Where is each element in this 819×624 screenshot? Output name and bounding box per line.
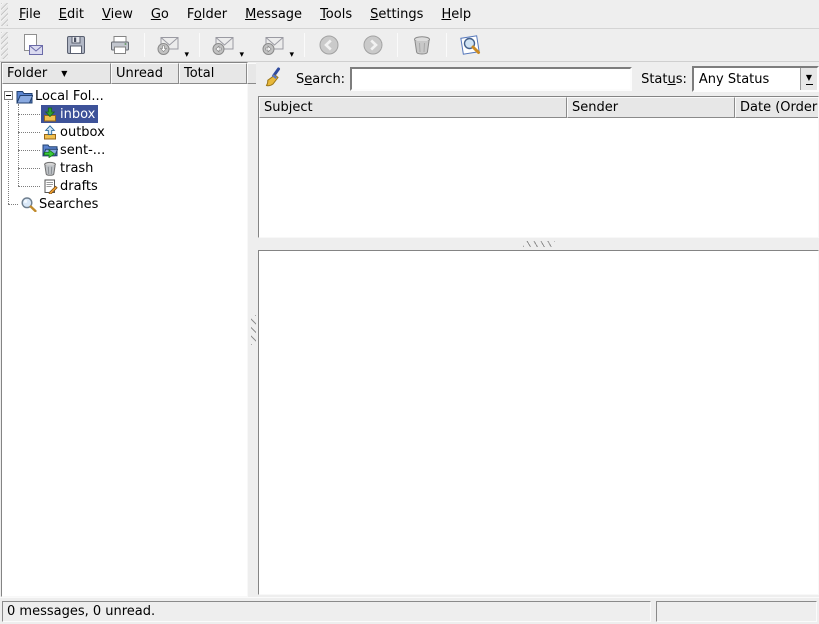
trash-folder-icon — [42, 161, 58, 176]
column-header-folder[interactable]: Folder ▼ — [2, 63, 111, 84]
toolbar-separator — [304, 33, 305, 57]
menu-help[interactable]: Help — [432, 4, 480, 25]
inbox-icon — [42, 107, 58, 122]
folder-panel: Folder ▼ Unread Total — [1, 62, 248, 597]
column-header-date[interactable]: Date (Order of Arrival) — [735, 97, 818, 118]
outbox-icon — [42, 125, 58, 140]
menubar: File Edit View Go Folder Message Tools S… — [0, 0, 819, 29]
broom-icon — [263, 67, 287, 91]
column-header-total[interactable]: Total — [179, 63, 247, 84]
save-icon — [64, 33, 88, 57]
sent-mail-icon — [42, 143, 58, 158]
chevron-down-icon: ▾ — [239, 51, 244, 60]
folder-label: Searches — [39, 197, 98, 212]
save-button[interactable] — [59, 30, 93, 60]
find-messages-button[interactable] — [454, 30, 488, 60]
folder-label: inbox — [60, 107, 95, 122]
search-label: Search: — [296, 72, 345, 87]
statusbar-message-count: 0 messages, 0 unread. — [2, 601, 651, 622]
menu-edit[interactable]: Edit — [50, 4, 93, 25]
message-panel: Search: Status: Any Status ▼ Subject Sen… — [258, 62, 819, 597]
column-header-unread[interactable]: Unread — [111, 63, 179, 84]
new-message-icon — [20, 33, 44, 57]
check-mail-button[interactable]: ▾ — [152, 30, 192, 60]
check-mail-icon — [156, 33, 180, 57]
chevron-down-icon: ▾ — [289, 51, 294, 60]
toolbar-separator — [199, 33, 200, 57]
reply-icon — [211, 33, 235, 57]
statusbar: 0 messages, 0 unread. — [0, 597, 819, 624]
open-folder-icon — [16, 89, 33, 104]
folder-item-trash[interactable]: trash — [2, 159, 247, 177]
chevron-down-icon: ▼ — [806, 74, 812, 82]
forward-icon — [261, 33, 285, 57]
forward-button[interactable]: ▾ — [257, 30, 297, 60]
search-input[interactable] — [350, 67, 632, 91]
status-dropdown[interactable]: Any Status ▼ — [692, 66, 819, 92]
toolbar-separator — [397, 33, 398, 57]
column-header-sender[interactable]: Sender — [567, 97, 735, 118]
main-area: Folder ▼ Unread Total — [0, 62, 819, 597]
folder-item-outbox[interactable]: outbox — [2, 123, 247, 141]
menu-folder[interactable]: Folder — [178, 4, 236, 25]
arrow-left-circle-icon — [317, 33, 341, 57]
toolbar: ▾ ▾ ▾ — [0, 29, 819, 62]
toolbar-separator — [446, 33, 447, 57]
folder-label: Local Fol... — [35, 89, 104, 104]
message-list: Subject Sender Date (Order of Arrival) — [258, 96, 819, 238]
next-message-button[interactable] — [356, 30, 390, 60]
search-folder-icon — [20, 196, 37, 212]
print-button[interactable] — [103, 30, 137, 60]
trash-icon — [410, 33, 434, 57]
message-list-body[interactable] — [259, 118, 818, 237]
clear-search-button[interactable] — [262, 66, 288, 92]
vertical-splitter[interactable] — [248, 62, 258, 597]
folder-label: sent-... — [60, 143, 105, 158]
menu-view[interactable]: View — [93, 4, 142, 25]
quick-search-bar: Search: Status: Any Status ▼ — [258, 62, 819, 96]
folder-item-local-folders[interactable]: Local Fol... — [2, 87, 247, 105]
splitter-grip — [523, 241, 555, 247]
folder-list-header: Folder ▼ Unread Total — [2, 63, 247, 84]
message-preview-pane — [258, 250, 819, 595]
splitter-grip — [251, 315, 256, 345]
folder-tree: Local Fol... inbox — [2, 84, 247, 596]
menu-go[interactable]: Go — [142, 4, 178, 25]
menu-tools[interactable]: Tools — [311, 4, 361, 25]
menu-message[interactable]: Message — [236, 4, 311, 25]
folder-label: trash — [60, 161, 93, 176]
trash-button[interactable] — [405, 30, 439, 60]
status-dropdown-arrow-button[interactable]: ▼ — [800, 68, 817, 90]
folder-item-sent-mail[interactable]: sent-... — [2, 141, 247, 159]
folder-item-inbox[interactable]: inbox — [2, 105, 247, 123]
folder-label: outbox — [60, 125, 105, 140]
folder-item-searches[interactable]: Searches — [2, 195, 247, 213]
menubar-grab-handle[interactable] — [1, 3, 8, 26]
menu-file[interactable]: File — [10, 4, 50, 25]
drafts-icon — [42, 179, 58, 194]
previous-message-button[interactable] — [312, 30, 346, 60]
toolbar-grab-handle[interactable] — [1, 32, 8, 59]
statusbar-secondary-panel — [656, 601, 817, 622]
arrow-right-circle-icon — [361, 33, 385, 57]
folder-label: drafts — [60, 179, 98, 194]
menu-settings[interactable]: Settings — [361, 4, 432, 25]
new-message-button[interactable] — [15, 30, 49, 60]
folder-item-drafts[interactable]: drafts — [2, 177, 247, 195]
chevron-down-icon: ▾ — [184, 51, 189, 60]
toolbar-separator — [144, 33, 145, 57]
column-header-subject[interactable]: Subject — [259, 97, 567, 118]
horizontal-splitter[interactable] — [258, 238, 819, 250]
kmail-window: File Edit View Go Folder Message Tools S… — [0, 0, 819, 624]
find-messages-icon — [458, 32, 484, 58]
message-list-header: Subject Sender Date (Order of Arrival) — [259, 97, 818, 118]
status-dropdown-value: Any Status — [694, 68, 800, 90]
sort-descending-icon: ▼ — [61, 64, 67, 83]
reply-button[interactable]: ▾ — [207, 30, 247, 60]
status-label: Status: — [641, 72, 687, 87]
print-icon — [108, 33, 132, 57]
